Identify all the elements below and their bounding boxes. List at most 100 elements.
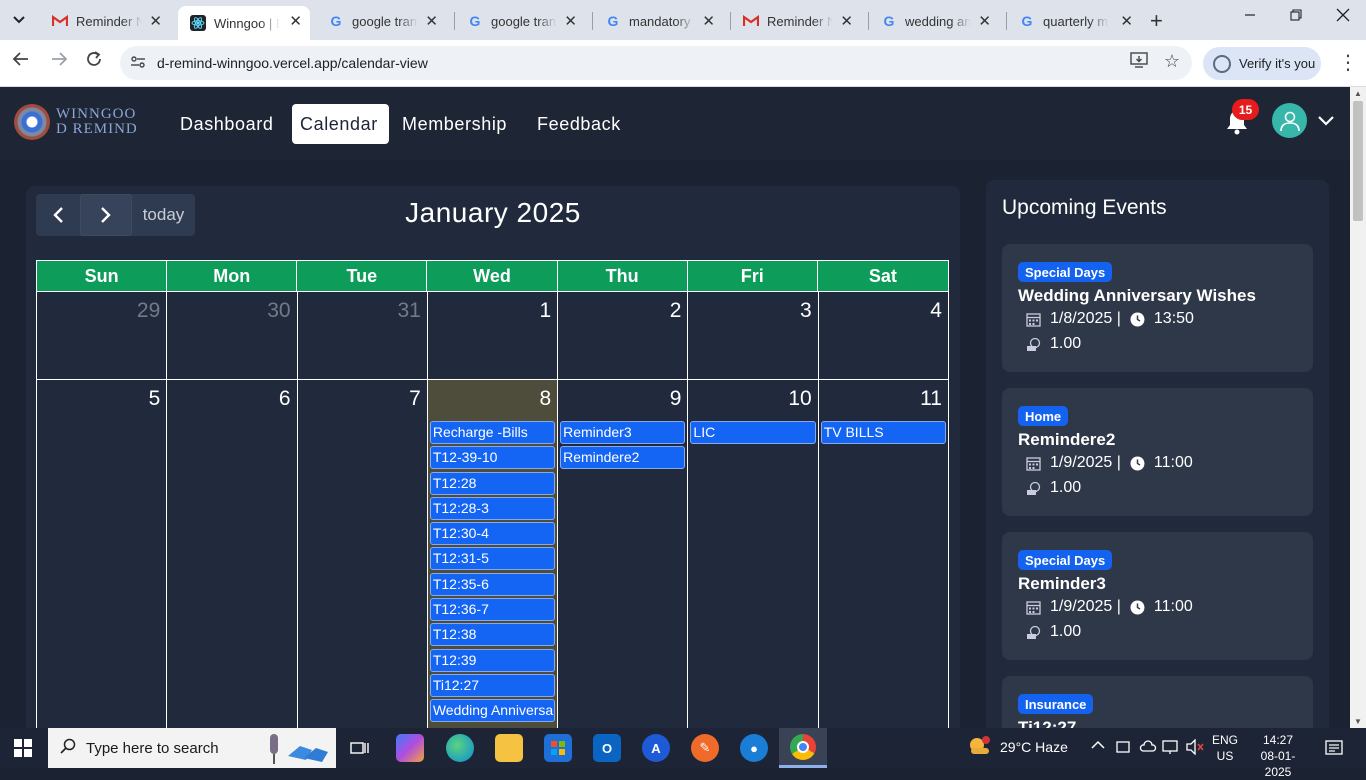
category-tag: Insurance [1018, 694, 1094, 714]
day-cell[interactable]: 10 LIC [688, 380, 819, 728]
show-hidden-icons-chevron-icon[interactable] [1091, 738, 1105, 755]
day-cell[interactable]: 31 [298, 292, 428, 379]
day-cell[interactable]: 9 Reminder3 Remindere2 [558, 380, 689, 728]
tab-close-icon[interactable]: ✕ [702, 12, 715, 30]
upcoming-event-card[interactable]: Special Days Wedding Anniversary Wishes … [1002, 244, 1313, 372]
day-cell[interactable]: 2 [558, 292, 689, 379]
calendar-event[interactable]: Recharge -Bills [429, 421, 556, 444]
day-cell[interactable]: 3 [688, 292, 819, 379]
day-cell[interactable]: 7 [298, 380, 428, 728]
verify-profile-button[interactable]: Verify it's you [1203, 47, 1321, 80]
google-icon: G [330, 13, 342, 29]
task-view-icon[interactable] [346, 734, 374, 762]
day-cell[interactable]: 1 [428, 292, 559, 379]
tab-close-icon[interactable]: ✕ [289, 12, 302, 30]
calendar-event[interactable]: T12-39-10 [429, 446, 556, 470]
notification-center-icon[interactable] [1325, 739, 1343, 760]
calendar-event[interactable]: T12:28-3 [429, 496, 556, 520]
day-cell[interactable]: 6 [167, 380, 298, 728]
browser-tab[interactable]: G google translate ✕ [455, 6, 585, 36]
address-bar[interactable]: d-remind-winngoo.vercel.app/calendar-vie… [120, 46, 1192, 80]
browser-tab[interactable]: G mandatory meaning ✕ [593, 6, 723, 36]
calendar-event[interactable]: T12:28 [429, 471, 556, 495]
chrome-taskbar-button-active[interactable] [779, 728, 827, 768]
nav-membership[interactable]: Membership [394, 104, 515, 144]
site-info-icon[interactable] [130, 54, 146, 74]
tab-close-icon[interactable]: ✕ [840, 12, 853, 30]
chevron-down-icon[interactable] [1318, 113, 1334, 131]
tab-close-icon[interactable]: ✕ [149, 12, 162, 30]
forward-arrow-icon[interactable] [50, 50, 68, 74]
calendar-event[interactable]: T12:30-4 [429, 522, 556, 546]
upcoming-event-card[interactable]: Special Days Reminder3 1/9/2025 | 11:00 … [1002, 532, 1313, 660]
install-app-icon[interactable] [1130, 52, 1148, 73]
scrollbar-thumb[interactable] [1353, 101, 1363, 221]
minimize-icon[interactable] [1244, 8, 1256, 26]
upcoming-event-card[interactable]: Insurance Ti12:27 [1002, 676, 1313, 728]
windows-start-icon[interactable] [14, 739, 32, 757]
calendar-event[interactable]: Reminder3 [560, 421, 686, 444]
tab-close-icon[interactable]: ✕ [978, 12, 991, 30]
event-amount: 1.00 [1026, 335, 1081, 353]
browser-tab[interactable]: Reminder Notifications ✕ [731, 6, 861, 36]
new-tab-plus-icon[interactable]: + [1150, 8, 1163, 34]
upcoming-event-card[interactable]: Home Remindere2 1/9/2025 | 11:00 1.00 [1002, 388, 1313, 516]
day-cell[interactable]: 11 TV BILLS [819, 380, 949, 728]
day-cell[interactable]: 29 [37, 292, 168, 379]
weather-text[interactable]: 29°C Haze [1000, 739, 1068, 755]
brand-logo[interactable]: WINNGOO D REMIND [14, 104, 138, 140]
browser-tab[interactable]: Reminder Notifications ✕ [40, 6, 170, 36]
restore-icon[interactable] [1290, 8, 1302, 26]
close-window-icon[interactable] [1336, 8, 1350, 27]
tab-close-icon[interactable]: ✕ [1120, 12, 1133, 30]
outlook-icon[interactable]: O [593, 734, 621, 762]
day-cell[interactable]: 30 [167, 292, 298, 379]
file-explorer-icon[interactable] [495, 734, 523, 762]
edge-browser-icon[interactable] [446, 734, 474, 762]
reload-icon[interactable] [85, 50, 103, 74]
browser-tab[interactable]: G wedding anniversary ✕ [869, 6, 999, 36]
browser-tab-active[interactable]: Winngoo | D Remind ✕ [178, 6, 310, 40]
nav-feedback[interactable]: Feedback [529, 104, 629, 144]
calendar-event[interactable]: T12:39 [429, 648, 556, 672]
vpn-app-icon[interactable]: A [642, 734, 670, 762]
meet-now-icon[interactable] [1116, 739, 1130, 758]
browser-tab[interactable]: G google translate ✕ [316, 6, 446, 36]
input-language[interactable]: ENG US [1212, 732, 1238, 764]
day-cell-today[interactable]: 8 Recharge -Bills T12-39-10 T12:28 T12:2… [427, 380, 559, 728]
copilot-icon[interactable] [396, 734, 424, 762]
calendar-event[interactable]: Wedding Anniversary Wishes [429, 699, 556, 723]
volume-muted-icon[interactable] [1186, 738, 1204, 758]
tab-search-chevron-icon[interactable] [6, 7, 32, 33]
nav-dashboard[interactable]: Dashboard [172, 104, 281, 144]
calendar-event[interactable]: T12:38 [429, 623, 556, 647]
weather-icon[interactable] [968, 736, 990, 759]
network-icon[interactable] [1162, 739, 1180, 758]
cloud-app-icon[interactable]: ● [740, 734, 768, 762]
bookmark-star-icon[interactable]: ☆ [1164, 51, 1180, 72]
day-cell[interactable]: 5 [37, 380, 168, 728]
calendar-event[interactable]: T12:31-5 [429, 547, 556, 571]
calendar-event[interactable]: Ti12:27 [429, 673, 556, 697]
scroll-down-arrow-icon[interactable]: ▼ [1354, 717, 1362, 726]
browser-menu-icon[interactable]: ⋮ [1338, 50, 1358, 75]
microsoft-store-icon[interactable] [544, 734, 572, 762]
calendar-event[interactable]: T12:36-7 [429, 598, 556, 622]
browser-tab[interactable]: G quarterly meaning ✕ [1007, 6, 1141, 36]
calendar-event[interactable]: T12:35-6 [429, 572, 556, 596]
nav-calendar[interactable]: Calendar [292, 104, 389, 144]
scroll-up-arrow-icon[interactable]: ▲ [1354, 89, 1362, 98]
calendar-event[interactable]: LIC [690, 421, 816, 444]
tab-close-icon[interactable]: ✕ [564, 12, 577, 30]
calendar-event[interactable]: TV BILLS [820, 421, 946, 444]
taskbar-search-box[interactable]: Type here to search [48, 728, 336, 768]
cloud-sync-icon[interactable] [1139, 739, 1157, 758]
back-arrow-icon[interactable] [12, 50, 30, 74]
pen-app-icon[interactable]: ✎ [691, 734, 719, 762]
calendar-event[interactable]: Remindere2 [560, 446, 686, 470]
day-cell[interactable]: 4 [819, 292, 949, 379]
user-avatar[interactable] [1272, 103, 1307, 138]
system-clock[interactable]: 14:27 08-01-2025 [1248, 732, 1308, 780]
tab-close-icon[interactable]: ✕ [425, 12, 438, 30]
page-scrollbar[interactable]: ▲ ▼ [1350, 87, 1366, 728]
